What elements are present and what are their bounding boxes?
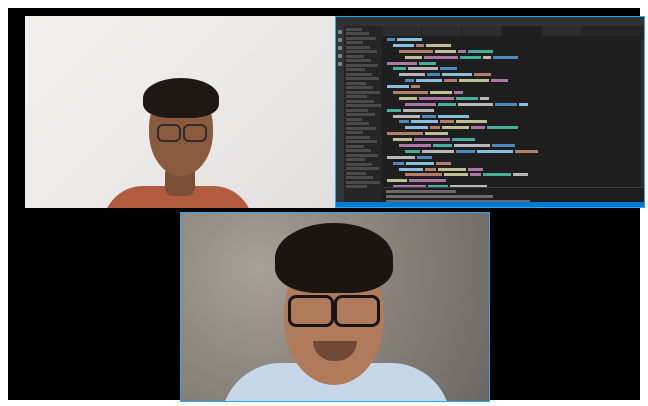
explorer-file-item[interactable] (346, 113, 375, 116)
explorer-icon[interactable] (338, 30, 342, 34)
code-line (383, 172, 640, 177)
source-control-icon[interactable] (338, 46, 342, 50)
editor-minimap[interactable] (641, 37, 644, 187)
explorer-file-item[interactable] (346, 59, 371, 62)
explorer-file-item[interactable] (346, 153, 378, 157)
explorer-file-item[interactable] (346, 72, 372, 76)
extensions-icon[interactable] (338, 62, 342, 66)
explorer-file-item[interactable] (346, 122, 369, 125)
editor-tab[interactable] (503, 26, 541, 36)
code-line (383, 125, 640, 130)
participant-2-glasses (288, 295, 380, 327)
explorer-file-item[interactable] (346, 99, 374, 103)
editor-file-explorer[interactable] (344, 26, 382, 202)
explorer-file-item[interactable] (346, 41, 363, 44)
explorer-file-item[interactable] (346, 27, 362, 31)
explorer-file-item[interactable] (346, 32, 369, 35)
participant-2-hair (275, 223, 393, 293)
terminal-line (386, 190, 456, 193)
editor-tab-bar (381, 26, 644, 36)
editor-tab[interactable] (423, 26, 461, 36)
explorer-file-item[interactable] (346, 144, 364, 148)
video-call-stage (8, 8, 645, 402)
code-line (383, 72, 640, 77)
explorer-file-item[interactable] (346, 135, 370, 139)
explorer-file-item[interactable] (346, 86, 373, 89)
editor-tab[interactable] (463, 26, 501, 36)
editor-tab[interactable] (383, 26, 421, 36)
explorer-file-item[interactable] (346, 95, 367, 98)
run-debug-icon[interactable] (338, 54, 342, 58)
code-line (383, 37, 640, 42)
participant-1-glasses (157, 124, 207, 142)
explorer-file-item[interactable] (346, 63, 378, 67)
code-line (383, 43, 640, 48)
code-line (383, 66, 640, 71)
code-line (383, 131, 640, 136)
code-line (383, 143, 640, 148)
participant-video-tile-1[interactable] (25, 16, 335, 208)
explorer-file-item[interactable] (346, 68, 365, 71)
search-icon[interactable] (338, 38, 342, 42)
code-line (383, 84, 640, 89)
code-line (383, 96, 640, 101)
editor-code-area[interactable] (383, 37, 640, 187)
explorer-file-item[interactable] (346, 180, 380, 184)
explorer-file-item[interactable] (346, 126, 376, 130)
screen-share-tile[interactable] (335, 16, 645, 208)
participant-video-tile-2[interactable] (180, 212, 490, 402)
explorer-file-item[interactable] (346, 50, 377, 53)
explorer-file-item[interactable] (346, 171, 366, 175)
explorer-file-item[interactable] (346, 149, 371, 152)
code-line (383, 119, 640, 124)
code-line (383, 167, 640, 172)
explorer-file-item[interactable] (346, 131, 363, 134)
explorer-file-item[interactable] (346, 77, 379, 80)
code-line (383, 102, 640, 107)
explorer-file-item[interactable] (346, 54, 364, 58)
code-line (383, 49, 640, 54)
code-line (383, 61, 640, 66)
explorer-file-item[interactable] (346, 185, 367, 188)
explorer-file-item[interactable] (346, 108, 368, 112)
code-line (383, 90, 640, 95)
participant-1-hair (143, 78, 219, 118)
explorer-file-item[interactable] (346, 162, 372, 166)
code-line (383, 78, 640, 83)
editor-activity-bar[interactable] (336, 26, 344, 202)
code-line (383, 108, 640, 113)
explorer-file-item[interactable] (346, 104, 381, 107)
editor-status-bar (336, 202, 644, 207)
explorer-file-item[interactable] (346, 45, 370, 49)
explorer-file-item[interactable] (346, 167, 379, 170)
code-line (383, 137, 640, 142)
editor-terminal-panel[interactable] (383, 187, 644, 207)
explorer-file-item[interactable] (346, 81, 366, 85)
code-line (383, 149, 640, 154)
code-line (383, 114, 640, 119)
code-line (383, 178, 640, 183)
terminal-line (386, 195, 493, 198)
editor-titlebar (336, 17, 644, 26)
code-line (383, 161, 640, 166)
explorer-file-item[interactable] (346, 90, 380, 94)
editor-tab[interactable] (543, 26, 581, 36)
code-line (383, 155, 640, 160)
explorer-file-item[interactable] (346, 36, 376, 40)
explorer-file-item[interactable] (346, 176, 373, 179)
explorer-file-item[interactable] (346, 158, 365, 161)
explorer-file-item[interactable] (346, 140, 377, 143)
explorer-file-item[interactable] (346, 117, 362, 121)
code-line (383, 55, 640, 60)
